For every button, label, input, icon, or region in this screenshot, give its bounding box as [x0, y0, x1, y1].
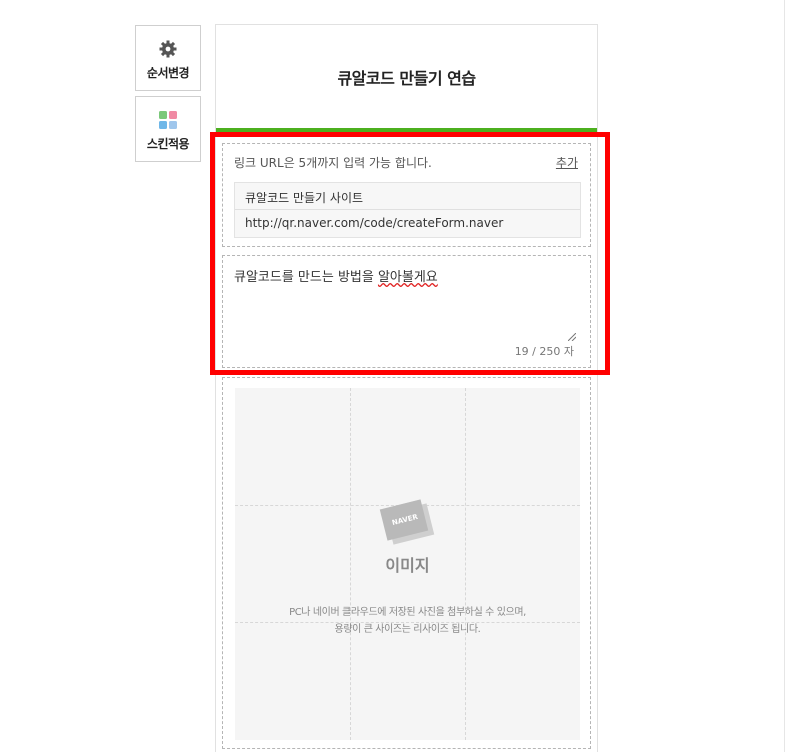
- reorder-button[interactable]: 순서변경: [135, 25, 201, 91]
- gear-icon: [159, 40, 177, 58]
- page-title: 큐알코드 만들기 연습: [337, 69, 476, 88]
- photo-icon: NAVER: [379, 499, 435, 545]
- reorder-label: 순서변경: [146, 66, 190, 80]
- palette-icon: [159, 111, 177, 129]
- right-divider: [784, 0, 785, 752]
- image-desc-line2: 용량이 큰 사이즈는 리사이즈 됩니다.: [334, 624, 481, 635]
- image-desc-line1: PC나 네이버 클라우드에 저장된 사진을 첨부하실 수 있으며,: [289, 607, 526, 618]
- image-dropzone[interactable]: NAVER 이미지 PC나 네이버 클라우드에 저장된 사진을 첨부하실 수 있…: [235, 388, 580, 740]
- apply-skin-button[interactable]: 스킨적용: [135, 96, 201, 162]
- image-section: NAVER 이미지 PC나 네이버 클라우드에 저장된 사진을 첨부하실 수 있…: [222, 377, 591, 749]
- title-area[interactable]: 큐알코드 만들기 연습: [216, 25, 597, 129]
- highlight-frame: [210, 132, 610, 375]
- image-label: 이미지: [385, 556, 430, 575]
- image-description: PC나 네이버 클라우드에 저장된 사진을 첨부하실 수 있으며, 용량이 큰 …: [235, 604, 580, 638]
- apply-skin-label: 스킨적용: [146, 137, 190, 151]
